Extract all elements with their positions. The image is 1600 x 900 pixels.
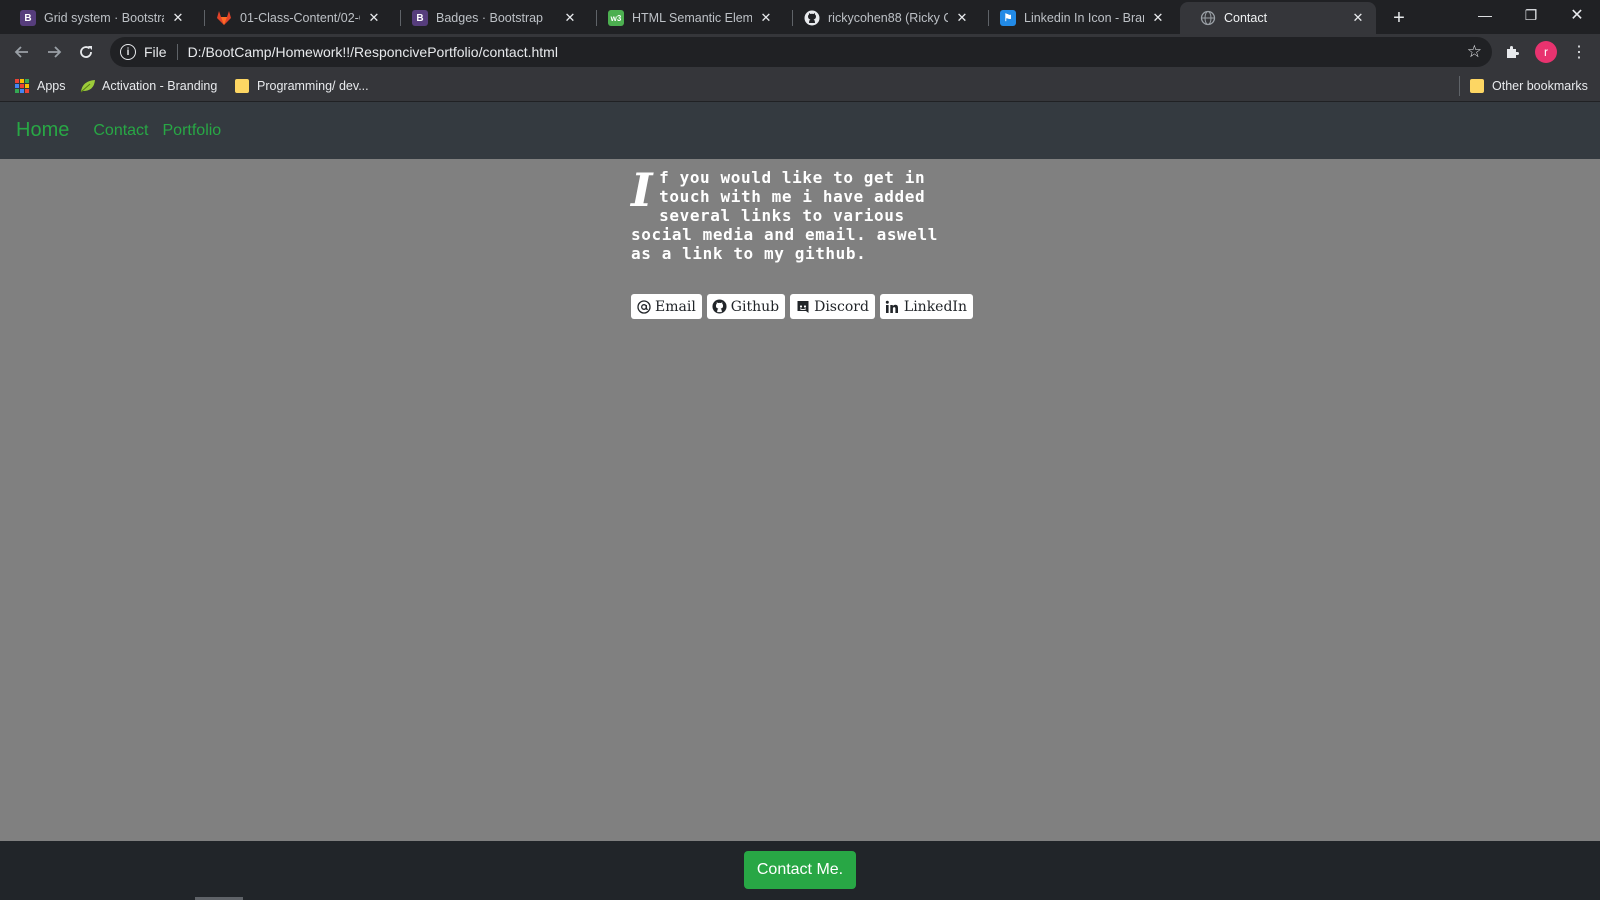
nav-link-contact[interactable]: Contact (93, 122, 148, 140)
badge-label: Discord (814, 298, 869, 315)
nav-brand-home[interactable]: Home (16, 119, 69, 142)
site-info-icon[interactable]: i (120, 44, 136, 60)
address-divider (176, 44, 178, 60)
address-bar[interactable]: i File D:/BootCamp/Homework!!/Responcive… (110, 37, 1492, 67)
contact-intro-text: I f you would like to get in touch with … (631, 163, 967, 263)
intro-body: f you would like to get in touch with me… (631, 168, 938, 263)
minimize-icon[interactable]: — (1462, 0, 1508, 30)
tab-contact[interactable]: Contact ✕ (1180, 2, 1376, 34)
discord-icon (795, 299, 810, 314)
folder-icon (1470, 79, 1484, 93)
bookmark-apps[interactable]: Apps (15, 76, 66, 96)
badge-label: Github (730, 298, 780, 315)
folder-icon (235, 79, 249, 93)
bookmark-label: Apps (37, 79, 66, 93)
social-badges: Email Github Discord LinkedIn (631, 294, 973, 319)
tab-grid-system[interactable]: B Grid system · Bootstrap v ✕ (0, 2, 196, 34)
site-navbar: Home Contact Portfolio (0, 102, 1600, 159)
github-badge[interactable]: Github (706, 294, 786, 319)
dropcap-letter: I (631, 163, 654, 217)
bookmarks-bar: Apps Activation - Branding Programming/ … (0, 70, 1600, 102)
tab-title: Contact (1224, 11, 1268, 25)
profile-avatar[interactable]: r (1535, 41, 1557, 63)
reload-icon[interactable] (72, 38, 100, 66)
github-icon (712, 299, 727, 314)
badge-label: LinkedIn (903, 298, 967, 315)
bookmark-label: Programming/ dev... (257, 79, 369, 93)
tab-html-semantic[interactable]: w3 HTML Semantic Elements ✕ (588, 2, 784, 34)
bookmark-programming-dev[interactable]: Programming/ dev... (235, 76, 369, 96)
tab-github-profile[interactable]: rickycohen88 (Ricky Coh ✕ (784, 2, 980, 34)
tab-close-icon[interactable]: ✕ (366, 10, 382, 26)
badge-label: Email (655, 298, 696, 315)
bookmark-star-icon[interactable]: ☆ (1467, 42, 1482, 62)
tab-title: Linkedin In Icon - Brands (1024, 11, 1144, 25)
tab-close-icon[interactable]: ✕ (1150, 10, 1166, 26)
tab-title: rickycohen88 (Ricky Coh (828, 11, 948, 25)
page-viewport: Home Contact Portfolio I f you would lik… (0, 102, 1600, 900)
linkedin-badge[interactable]: LinkedIn (879, 294, 973, 319)
forward-arrow-icon[interactable] (40, 38, 68, 66)
tab-linkedin-icon[interactable]: ⚑ Linkedin In Icon - Brands ✕ (980, 2, 1176, 34)
tab-close-icon[interactable]: ✕ (758, 10, 774, 26)
tab-close-icon[interactable]: ✕ (1350, 10, 1366, 26)
at-sign-icon (636, 299, 651, 314)
bootstrap-icon: B (20, 10, 36, 26)
discord-badge[interactable]: Discord (790, 294, 875, 319)
bookmarks-separator (1459, 76, 1460, 96)
linkedin-icon (885, 299, 900, 314)
fontawesome-flag-icon: ⚑ (1000, 10, 1016, 26)
back-arrow-icon[interactable] (8, 38, 36, 66)
nav-link-portfolio[interactable]: Portfolio (163, 122, 222, 140)
extensions-puzzle-icon[interactable] (1500, 40, 1524, 64)
gitlab-icon (216, 10, 232, 26)
other-bookmarks-label: Other bookmarks (1492, 79, 1588, 93)
globe-icon (1200, 10, 1216, 26)
restore-icon[interactable]: ❐ (1508, 0, 1554, 30)
bootstrap-icon: B (412, 10, 428, 26)
kebab-menu-icon[interactable]: ⋮ (1567, 40, 1591, 64)
contact-me-button[interactable]: Contact Me. (744, 851, 856, 889)
tab-title: 01-Class-Content/02-CSS (240, 11, 360, 25)
email-badge[interactable]: Email (631, 294, 702, 319)
apps-grid-icon (15, 79, 29, 93)
address-url[interactable]: D:/BootCamp/Homework!!/ResponcivePortfol… (188, 44, 558, 60)
leaf-icon (80, 79, 95, 93)
browser-toolbar: i File D:/BootCamp/Homework!!/Responcive… (0, 34, 1600, 70)
other-bookmarks[interactable]: Other bookmarks (1470, 76, 1588, 96)
site-footer: Contact Me. (0, 841, 1600, 900)
bookmark-label: Activation - Branding (102, 79, 218, 93)
github-icon (804, 10, 820, 26)
tab-class-content[interactable]: 01-Class-Content/02-CSS ✕ (196, 2, 392, 34)
tab-badges[interactable]: B Badges · Bootstrap ✕ (392, 2, 588, 34)
tab-title: HTML Semantic Elements (632, 11, 752, 25)
tab-title: Badges · Bootstrap (436, 11, 544, 25)
bookmark-activation-branding[interactable]: Activation - Branding (80, 76, 217, 96)
new-tab-plus-icon[interactable]: + (1387, 6, 1411, 30)
tab-close-icon[interactable]: ✕ (954, 10, 970, 26)
tab-title: Grid system · Bootstrap v (44, 11, 164, 25)
tab-close-icon[interactable]: ✕ (562, 10, 578, 26)
window-close-icon[interactable]: ✕ (1554, 0, 1600, 30)
browser-tab-strip: B Grid system · Bootstrap v ✕ 01-Class-C… (0, 0, 1600, 34)
w3schools-icon: w3 (608, 10, 624, 26)
tab-close-icon[interactable]: ✕ (170, 10, 186, 26)
address-scheme-label: File (144, 44, 167, 60)
